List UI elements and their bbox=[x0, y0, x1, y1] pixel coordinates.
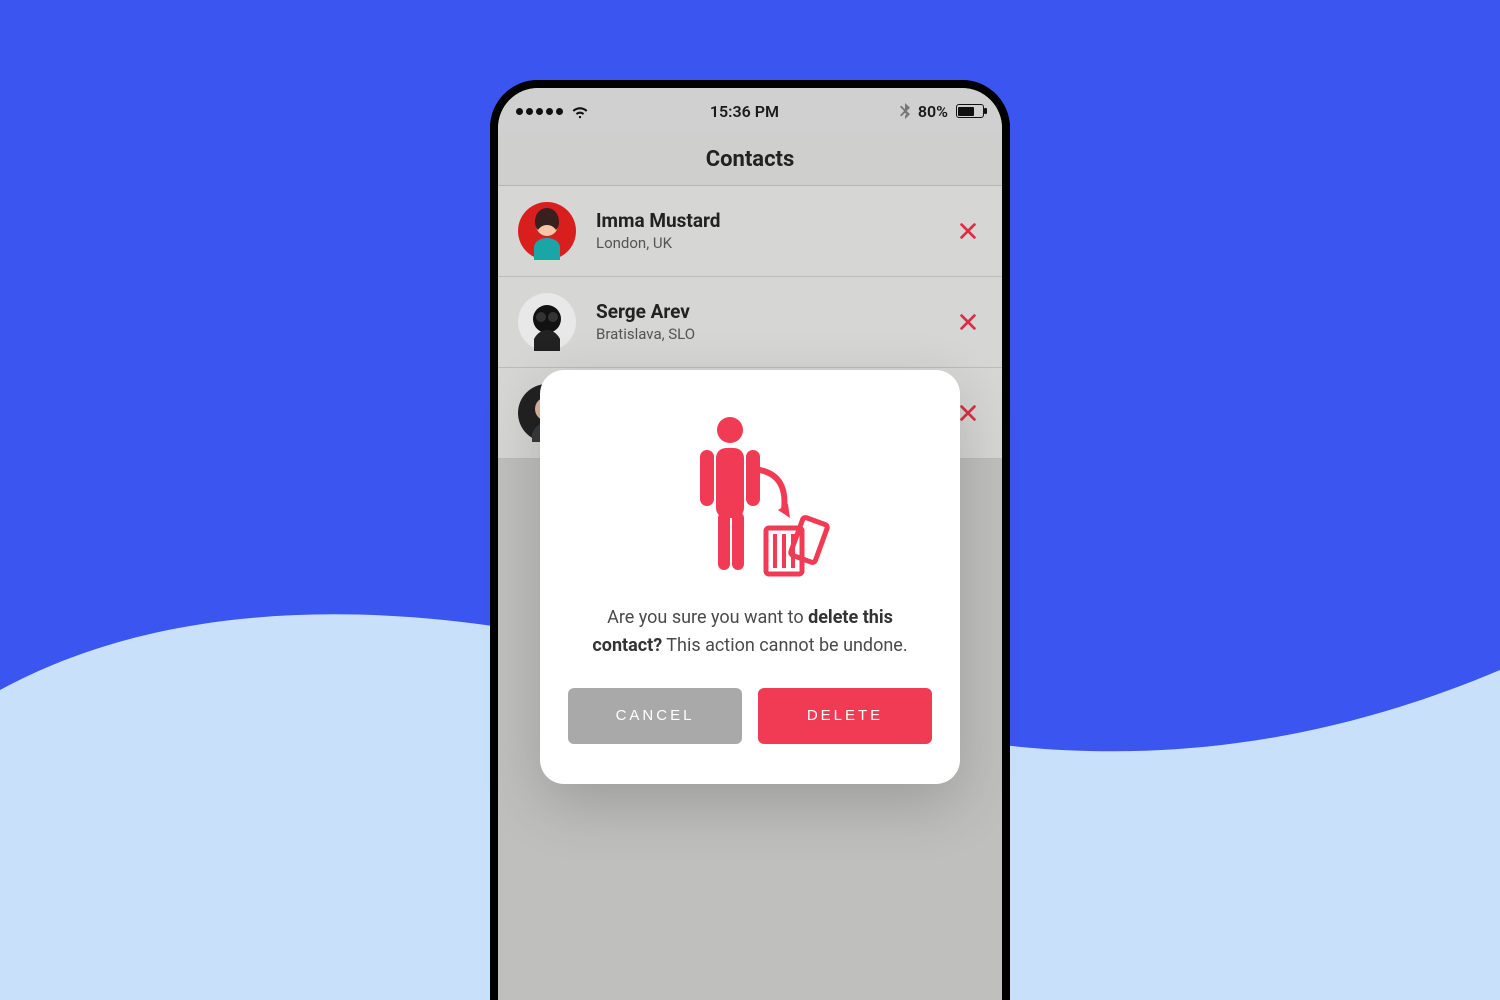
page-title: Contacts bbox=[498, 134, 1002, 186]
status-left bbox=[516, 102, 589, 120]
contact-name: Serge Arev bbox=[596, 301, 954, 324]
delete-contact-button[interactable] bbox=[954, 308, 982, 336]
bluetooth-icon bbox=[900, 103, 910, 119]
contact-location: London, UK bbox=[596, 234, 954, 252]
battery-percent: 80% bbox=[918, 102, 948, 121]
delete-confirm-dialog: Are you sure you want to delete this con… bbox=[540, 370, 960, 784]
avatar bbox=[518, 202, 576, 260]
throw-away-person-icon bbox=[670, 410, 830, 580]
battery-icon bbox=[956, 104, 984, 118]
contact-text: Serge Arev Bratislava, SLO bbox=[596, 301, 954, 344]
clock-time: 15:36 PM bbox=[710, 102, 779, 121]
contact-row[interactable]: Serge Arev Bratislava, SLO bbox=[498, 277, 1002, 368]
contact-text: Imma Mustard London, UK bbox=[596, 210, 954, 253]
delete-button[interactable]: DELETE bbox=[758, 688, 932, 744]
contact-location: Bratislava, SLO bbox=[596, 325, 954, 343]
wifi-icon bbox=[571, 102, 589, 120]
status-right: 80% bbox=[900, 102, 984, 121]
close-icon bbox=[957, 220, 979, 242]
contact-row[interactable]: Imma Mustard London, UK bbox=[498, 186, 1002, 277]
statusbar: 15:36 PM 80% bbox=[498, 88, 1002, 134]
avatar bbox=[518, 293, 576, 351]
cancel-button[interactable]: CANCEL bbox=[568, 688, 742, 744]
stage: 15:36 PM 80% Contacts bbox=[0, 0, 1500, 1000]
dialog-msg-part: This action cannot be undone. bbox=[662, 635, 907, 656]
close-icon bbox=[957, 402, 979, 424]
dialog-msg-part: Are you sure you want to bbox=[607, 607, 808, 628]
close-icon bbox=[957, 311, 979, 333]
dialog-message: Are you sure you want to delete this con… bbox=[568, 604, 932, 688]
signal-strength-icon bbox=[516, 108, 563, 115]
dialog-actions: CANCEL DELETE bbox=[568, 688, 932, 744]
contact-name: Imma Mustard bbox=[596, 210, 954, 233]
delete-contact-button[interactable] bbox=[954, 217, 982, 245]
